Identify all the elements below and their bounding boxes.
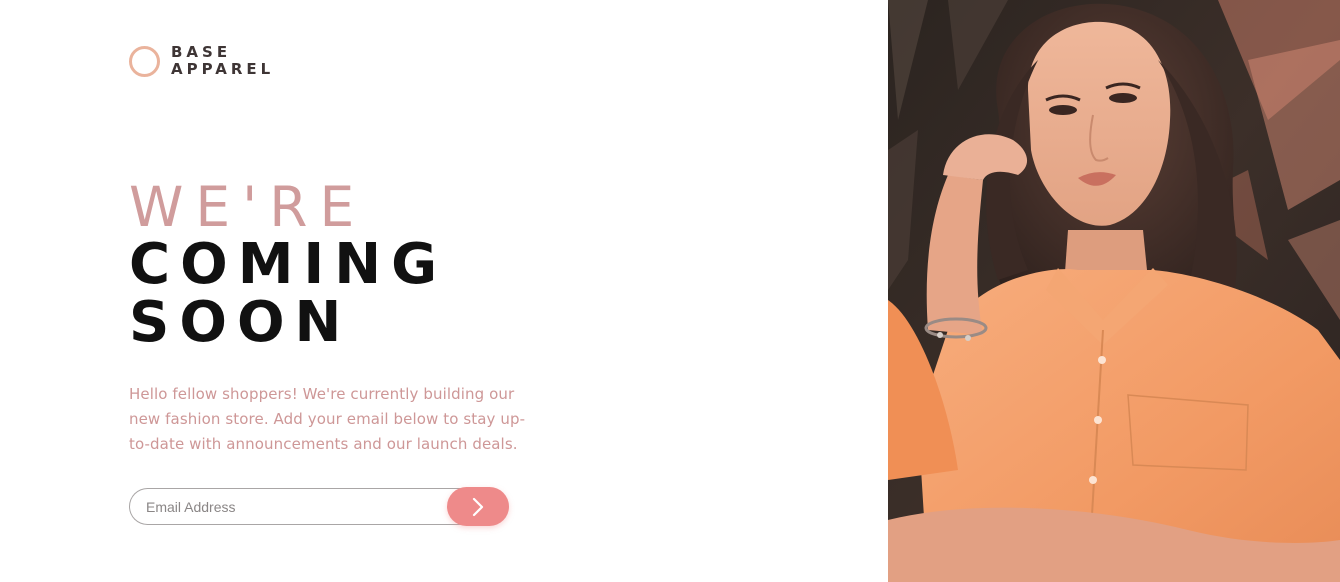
model-photo xyxy=(888,0,1340,582)
email-field[interactable] xyxy=(129,488,469,525)
brand-line-2: APPAREL xyxy=(171,60,275,78)
headline-dark-2: SOON xyxy=(129,290,352,355)
signup-form xyxy=(129,487,509,526)
hero-image xyxy=(888,0,1340,582)
brand-line-1: BASE xyxy=(171,43,232,61)
brand-logo[interactable]: BASE APPAREL xyxy=(129,44,274,78)
headline-light: WE'RE xyxy=(129,175,367,239)
page-headline: WE'RE COMING SOON xyxy=(129,178,447,352)
headline-dark-1: COMING xyxy=(129,232,448,297)
submit-button[interactable] xyxy=(447,487,509,526)
brand-wordmark: BASE APPAREL xyxy=(171,44,274,78)
intro-paragraph: Hello fellow shoppers! We're currently b… xyxy=(129,385,526,453)
chevron-right-icon xyxy=(472,497,484,516)
ring-icon xyxy=(129,45,160,77)
content-panel: BASE APPAREL WE'RE COMING SOON Hello fel… xyxy=(0,0,888,582)
